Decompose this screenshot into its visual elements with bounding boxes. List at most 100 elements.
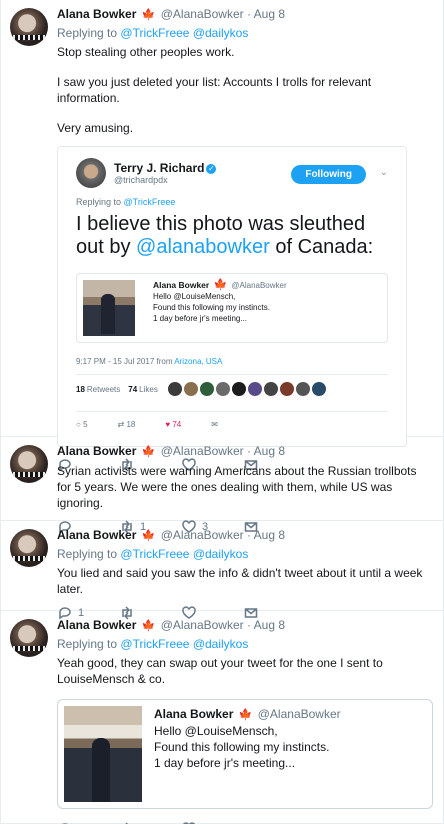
mention-link[interactable]: @dailykos xyxy=(193,637,249,651)
author-handle[interactable]: @AlanaBowker xyxy=(161,528,244,542)
quoted-tweet-card[interactable]: Alana Bowker 🍁 @AlanaBowker Hello @Louis… xyxy=(57,699,433,809)
quoted-text-line: Hello @LouiseMensch, xyxy=(153,292,236,301)
replying-to-label: Replying to xyxy=(57,26,118,40)
avatar[interactable] xyxy=(10,529,48,567)
tweet[interactable]: Alana Bowker 🍁 @AlanaBowker · Aug 8 Repl… xyxy=(1,521,443,620)
maple-leaf-icon: 🍁 xyxy=(141,620,156,632)
like-label: Likes xyxy=(139,384,158,394)
envelope-icon: ✉ xyxy=(211,419,218,429)
quoted-photo xyxy=(83,280,135,336)
maple-leaf-icon: 🍁 xyxy=(141,530,156,542)
verified-icon: ✓ xyxy=(206,163,217,174)
reply-icon: ○ 5 xyxy=(76,419,88,429)
maple-leaf-icon: 🍁 xyxy=(141,446,156,458)
replying-to-label: Replying to xyxy=(76,197,122,207)
quoted-text-line: Found this following my instincts. xyxy=(153,303,270,312)
author-name[interactable]: Alana Bowker xyxy=(57,444,136,458)
quoted-text-line: Found this following my instincts. xyxy=(154,740,330,754)
heart-icon: ♥ 74 xyxy=(165,419,182,429)
tweet[interactable]: Alana Bowker 🍁 @AlanaBowker · Aug 8 Repl… xyxy=(1,611,443,824)
replying-to-label: Replying to xyxy=(57,547,118,561)
quoted-tweet-body: Alana Bowker 🍁 @AlanaBowker Hello @Louis… xyxy=(154,706,341,800)
following-button: Following xyxy=(291,165,366,184)
author-name[interactable]: Alana Bowker xyxy=(57,618,136,632)
author-name[interactable]: Alana Bowker xyxy=(57,528,136,542)
author-name[interactable]: Alana Bowker xyxy=(57,7,136,21)
avatar xyxy=(76,158,106,188)
screenshot-replying-to: Replying to @TrickFreee xyxy=(76,197,388,207)
tweet-paragraph: Stop stealing other peoples work. xyxy=(57,45,235,59)
liker-avatar xyxy=(199,382,214,396)
mention-link: @TrickFreee xyxy=(123,197,176,207)
quoted-author-name: Alana Bowker xyxy=(154,707,234,721)
tweet-time[interactable]: · Aug 8 xyxy=(247,528,285,542)
screenshot-quoted-tweet: Alana Bowker 🍁 @AlanaBowker Hello @Louis… xyxy=(76,273,388,343)
like-count: 74 xyxy=(128,384,138,394)
quoted-text-line: 1 day before jr's meeting... xyxy=(153,314,248,323)
screenshot-tweet-text: I believe this photo was sleuthed out by… xyxy=(76,213,388,259)
tweet-text: You lied and said you saw the info & did… xyxy=(57,565,433,597)
screenshot-actions: ○ 5 ⇄ 18 ♥ 74 ✉ xyxy=(76,412,388,436)
liker-avatar xyxy=(263,382,278,396)
liker-avatar xyxy=(311,382,326,396)
tweet-feed: Alana Bowker 🍁 @AlanaBowker · Aug 8 Repl… xyxy=(0,0,444,824)
tweet-header: Alana Bowker 🍁 @AlanaBowker · Aug 8 xyxy=(57,527,433,544)
liker-avatar xyxy=(215,382,230,396)
tweet-header: Alana Bowker 🍁 @AlanaBowker · Aug 8 xyxy=(57,6,433,23)
replying-to: Replying to @TrickFreee @dailykos xyxy=(57,636,433,652)
tweet-time[interactable]: · Aug 8 xyxy=(247,444,285,458)
quoted-tweet-body: Alana Bowker 🍁 @AlanaBowker Hello @Louis… xyxy=(153,280,287,336)
quoted-author-handle: @AlanaBowker xyxy=(257,707,341,721)
mention-link[interactable]: @TrickFreee xyxy=(120,547,189,561)
replying-to-label: Replying to xyxy=(57,637,118,651)
location-link: Arizona, USA xyxy=(174,357,223,366)
tweet-time[interactable]: · Aug 8 xyxy=(247,618,285,632)
author-handle[interactable]: @AlanaBowker xyxy=(161,618,244,632)
quoted-text-line: Hello @LouiseMensch, xyxy=(154,724,278,738)
tweet-text: Yeah good, they can swap out your tweet … xyxy=(57,655,433,687)
author-handle[interactable]: @AlanaBowker xyxy=(161,444,244,458)
avatar[interactable] xyxy=(10,445,48,483)
quoted-photo[interactable] xyxy=(64,706,142,802)
tweet[interactable]: Alana Bowker 🍁 @AlanaBowker · Aug 8 Repl… xyxy=(1,0,443,472)
like-count: 74 xyxy=(172,419,182,429)
avatar[interactable] xyxy=(10,8,48,46)
replying-to: Replying to @TrickFreee @dailykos xyxy=(57,25,433,41)
liker-avatar xyxy=(183,382,198,396)
tweet-header: Alana Bowker 🍁 @AlanaBowker · Aug 8 xyxy=(57,443,433,460)
mention-link[interactable]: @dailykos xyxy=(193,547,249,561)
quoted-author-name: Alana Bowker xyxy=(153,280,210,290)
liker-avatar xyxy=(279,382,294,396)
mention-link: @alanabowker xyxy=(136,236,270,258)
mention-link[interactable]: @TrickFreee xyxy=(120,26,189,40)
tweet[interactable]: Alana Bowker 🍁 @AlanaBowker · Aug 8 Syri… xyxy=(1,437,443,534)
reply-count: 5 xyxy=(83,419,88,429)
tweet-actions xyxy=(57,819,433,824)
timestamp-text: 9:17 PM - 15 Jul 2017 from xyxy=(76,357,173,366)
screenshot-author-handle: @trichardpdx xyxy=(114,175,168,185)
quoted-author-handle: @AlanaBowker xyxy=(231,281,287,290)
maple-leaf-icon: 🍁 xyxy=(213,279,228,291)
tweet-paragraph: Very amusing. xyxy=(57,121,134,135)
retweet-count: 18 xyxy=(126,419,136,429)
liker-avatars xyxy=(167,382,326,396)
retweet-icon: ⇄ 18 xyxy=(117,419,136,429)
liker-avatar xyxy=(247,382,262,396)
tweet-time[interactable]: · Aug 8 xyxy=(247,7,285,21)
attached-screenshot[interactable]: Terry J. Richard ✓ @trichardpdx Following… xyxy=(57,146,407,447)
mention-link[interactable]: @dailykos xyxy=(193,26,249,40)
chevron-down-icon: ⌄ xyxy=(379,167,388,178)
screenshot-author-name: Terry J. Richard xyxy=(114,161,205,175)
tweet-header: Alana Bowker 🍁 @AlanaBowker · Aug 8 xyxy=(57,617,433,634)
maple-leaf-icon: 🍁 xyxy=(238,709,253,721)
retweet-count: 18 xyxy=(76,384,85,394)
screenshot-timestamp: 9:17 PM - 15 Jul 2017 from Arizona, USA xyxy=(76,357,388,366)
mention-link[interactable]: @TrickFreee xyxy=(120,637,189,651)
liker-avatar xyxy=(231,382,246,396)
tweet-paragraph: I saw you just deleted your list: Accoun… xyxy=(57,75,372,105)
author-handle[interactable]: @AlanaBowker xyxy=(161,7,244,21)
screenshot-stats: 18 Retweets 74 Likes xyxy=(76,375,388,403)
liker-avatar xyxy=(295,382,310,396)
avatar[interactable] xyxy=(10,619,48,657)
tweet-paragraph: You lied and said you saw the info & did… xyxy=(57,566,423,596)
